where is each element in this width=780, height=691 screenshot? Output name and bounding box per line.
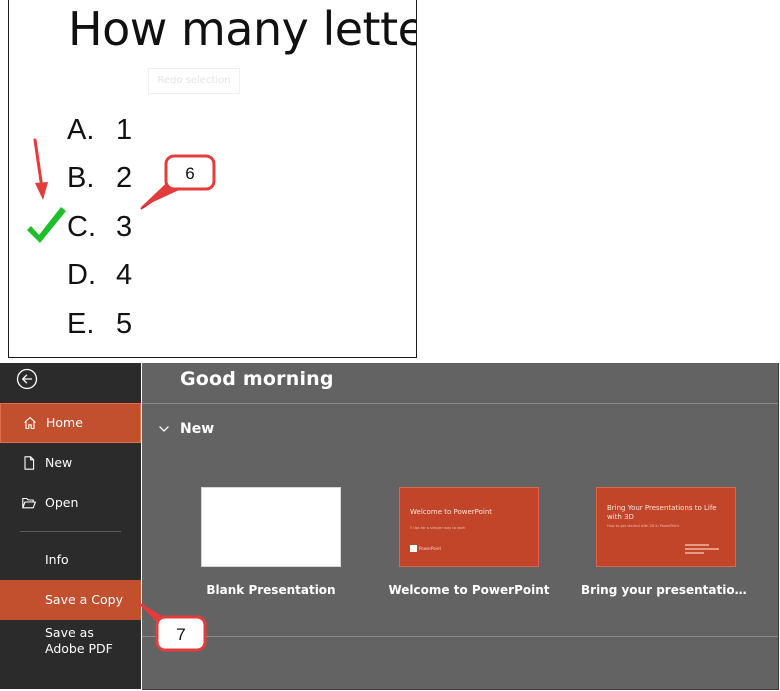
nav-open[interactable]: Open bbox=[0, 483, 141, 523]
nav-home[interactable]: Home bbox=[0, 403, 141, 443]
nav-new[interactable]: New bbox=[0, 443, 141, 483]
option-value: 5 bbox=[116, 307, 133, 340]
template-welcome-to-powerpoint[interactable]: Welcome to PowerPoint 5 tips for a simpl… bbox=[384, 487, 554, 597]
nav-info[interactable]: Info bbox=[0, 540, 141, 580]
new-document-icon bbox=[20, 454, 38, 472]
option-value: 3 bbox=[116, 210, 133, 243]
template-blank-presentation[interactable]: Blank Presentation bbox=[186, 487, 356, 597]
option-value: 1 bbox=[116, 113, 133, 146]
answer-option-e: E. 5 bbox=[67, 300, 132, 349]
nav-save-a-copy-label: Save a Copy bbox=[45, 592, 123, 608]
slide-title: How many letter bbox=[68, 2, 417, 56]
back-button[interactable] bbox=[16, 368, 38, 390]
answer-option-b: B. 2 bbox=[67, 155, 132, 204]
powerpoint-logo-icon bbox=[410, 545, 417, 552]
screenshot-root: How many letter Redo selection A. 1 B. 2… bbox=[0, 0, 780, 691]
nav-save-a-copy[interactable]: Save a Copy bbox=[0, 580, 141, 620]
option-letter: A. bbox=[67, 113, 95, 146]
thumbnail-title: Welcome to PowerPoint bbox=[410, 508, 493, 516]
slide-preview: How many letter Redo selection A. 1 B. 2… bbox=[8, 0, 417, 358]
template-label: Welcome to PowerPoint bbox=[388, 583, 550, 597]
greeting-heading: Good morning bbox=[180, 368, 334, 390]
backstage-view: Home New Open Info Save a Copy Save as A… bbox=[0, 363, 780, 691]
nav-save-as-adobe-pdf-label: Save as Adobe PDF bbox=[45, 625, 113, 656]
answer-options: A. 1 B. 2 C. 3 D. 4 E. 5 bbox=[67, 106, 132, 349]
nav-info-label: Info bbox=[45, 552, 69, 568]
template-label: Bring your presentations to l... bbox=[581, 583, 751, 597]
section-divider bbox=[142, 636, 778, 637]
template-thumbnail: Welcome to PowerPoint 5 tips for a simpl… bbox=[399, 487, 539, 567]
thumbnail-subtitle: 5 tips for a simpler way to work bbox=[410, 526, 466, 530]
thumbnail-subtitle: How to get started with 3D in PowerPoint bbox=[607, 524, 680, 528]
thumbnail-brand: PowerPoint bbox=[419, 546, 442, 551]
nav-save-as-adobe-pdf[interactable]: Save as Adobe PDF bbox=[0, 625, 141, 675]
template-bring-presentations-to-life[interactable]: Bring Your Presentations to Life with 3D… bbox=[581, 487, 751, 597]
template-thumbnail: Bring Your Presentations to Life with 3D… bbox=[596, 487, 736, 567]
header-divider bbox=[142, 403, 778, 404]
new-section-label: New bbox=[180, 421, 215, 437]
back-arrow-icon bbox=[16, 368, 38, 390]
reorder-tag: Redo selection bbox=[148, 68, 240, 94]
new-section-toggle[interactable]: New bbox=[158, 421, 214, 437]
backstage-main: Good morning New Blank Presentation Welc… bbox=[142, 363, 779, 690]
nav-new-label: New bbox=[45, 455, 73, 471]
thumbnail-title: Bring Your Presentations to Life with 3D bbox=[607, 504, 717, 522]
template-thumbnail bbox=[201, 487, 341, 567]
answer-option-c: C. 3 bbox=[67, 203, 132, 252]
folder-open-icon bbox=[20, 494, 38, 512]
nav-home-label: Home bbox=[46, 415, 83, 431]
thumbnail-decoration bbox=[685, 544, 719, 556]
answer-option-a: A. 1 bbox=[67, 106, 132, 155]
option-letter: C. bbox=[67, 210, 96, 243]
template-label: Blank Presentation bbox=[206, 583, 336, 597]
option-letter: D. bbox=[67, 259, 96, 292]
option-value: 2 bbox=[116, 162, 133, 195]
backstage-sidebar: Home New Open Info Save a Copy Save as A… bbox=[0, 363, 141, 689]
answer-option-d: D. 4 bbox=[67, 252, 132, 301]
nav-divider bbox=[20, 531, 121, 532]
option-letter: B. bbox=[67, 162, 95, 195]
chevron-down-icon bbox=[159, 426, 169, 432]
option-letter: E. bbox=[67, 307, 95, 340]
option-value: 4 bbox=[116, 259, 133, 292]
home-icon bbox=[21, 414, 39, 432]
nav-open-label: Open bbox=[45, 495, 79, 511]
